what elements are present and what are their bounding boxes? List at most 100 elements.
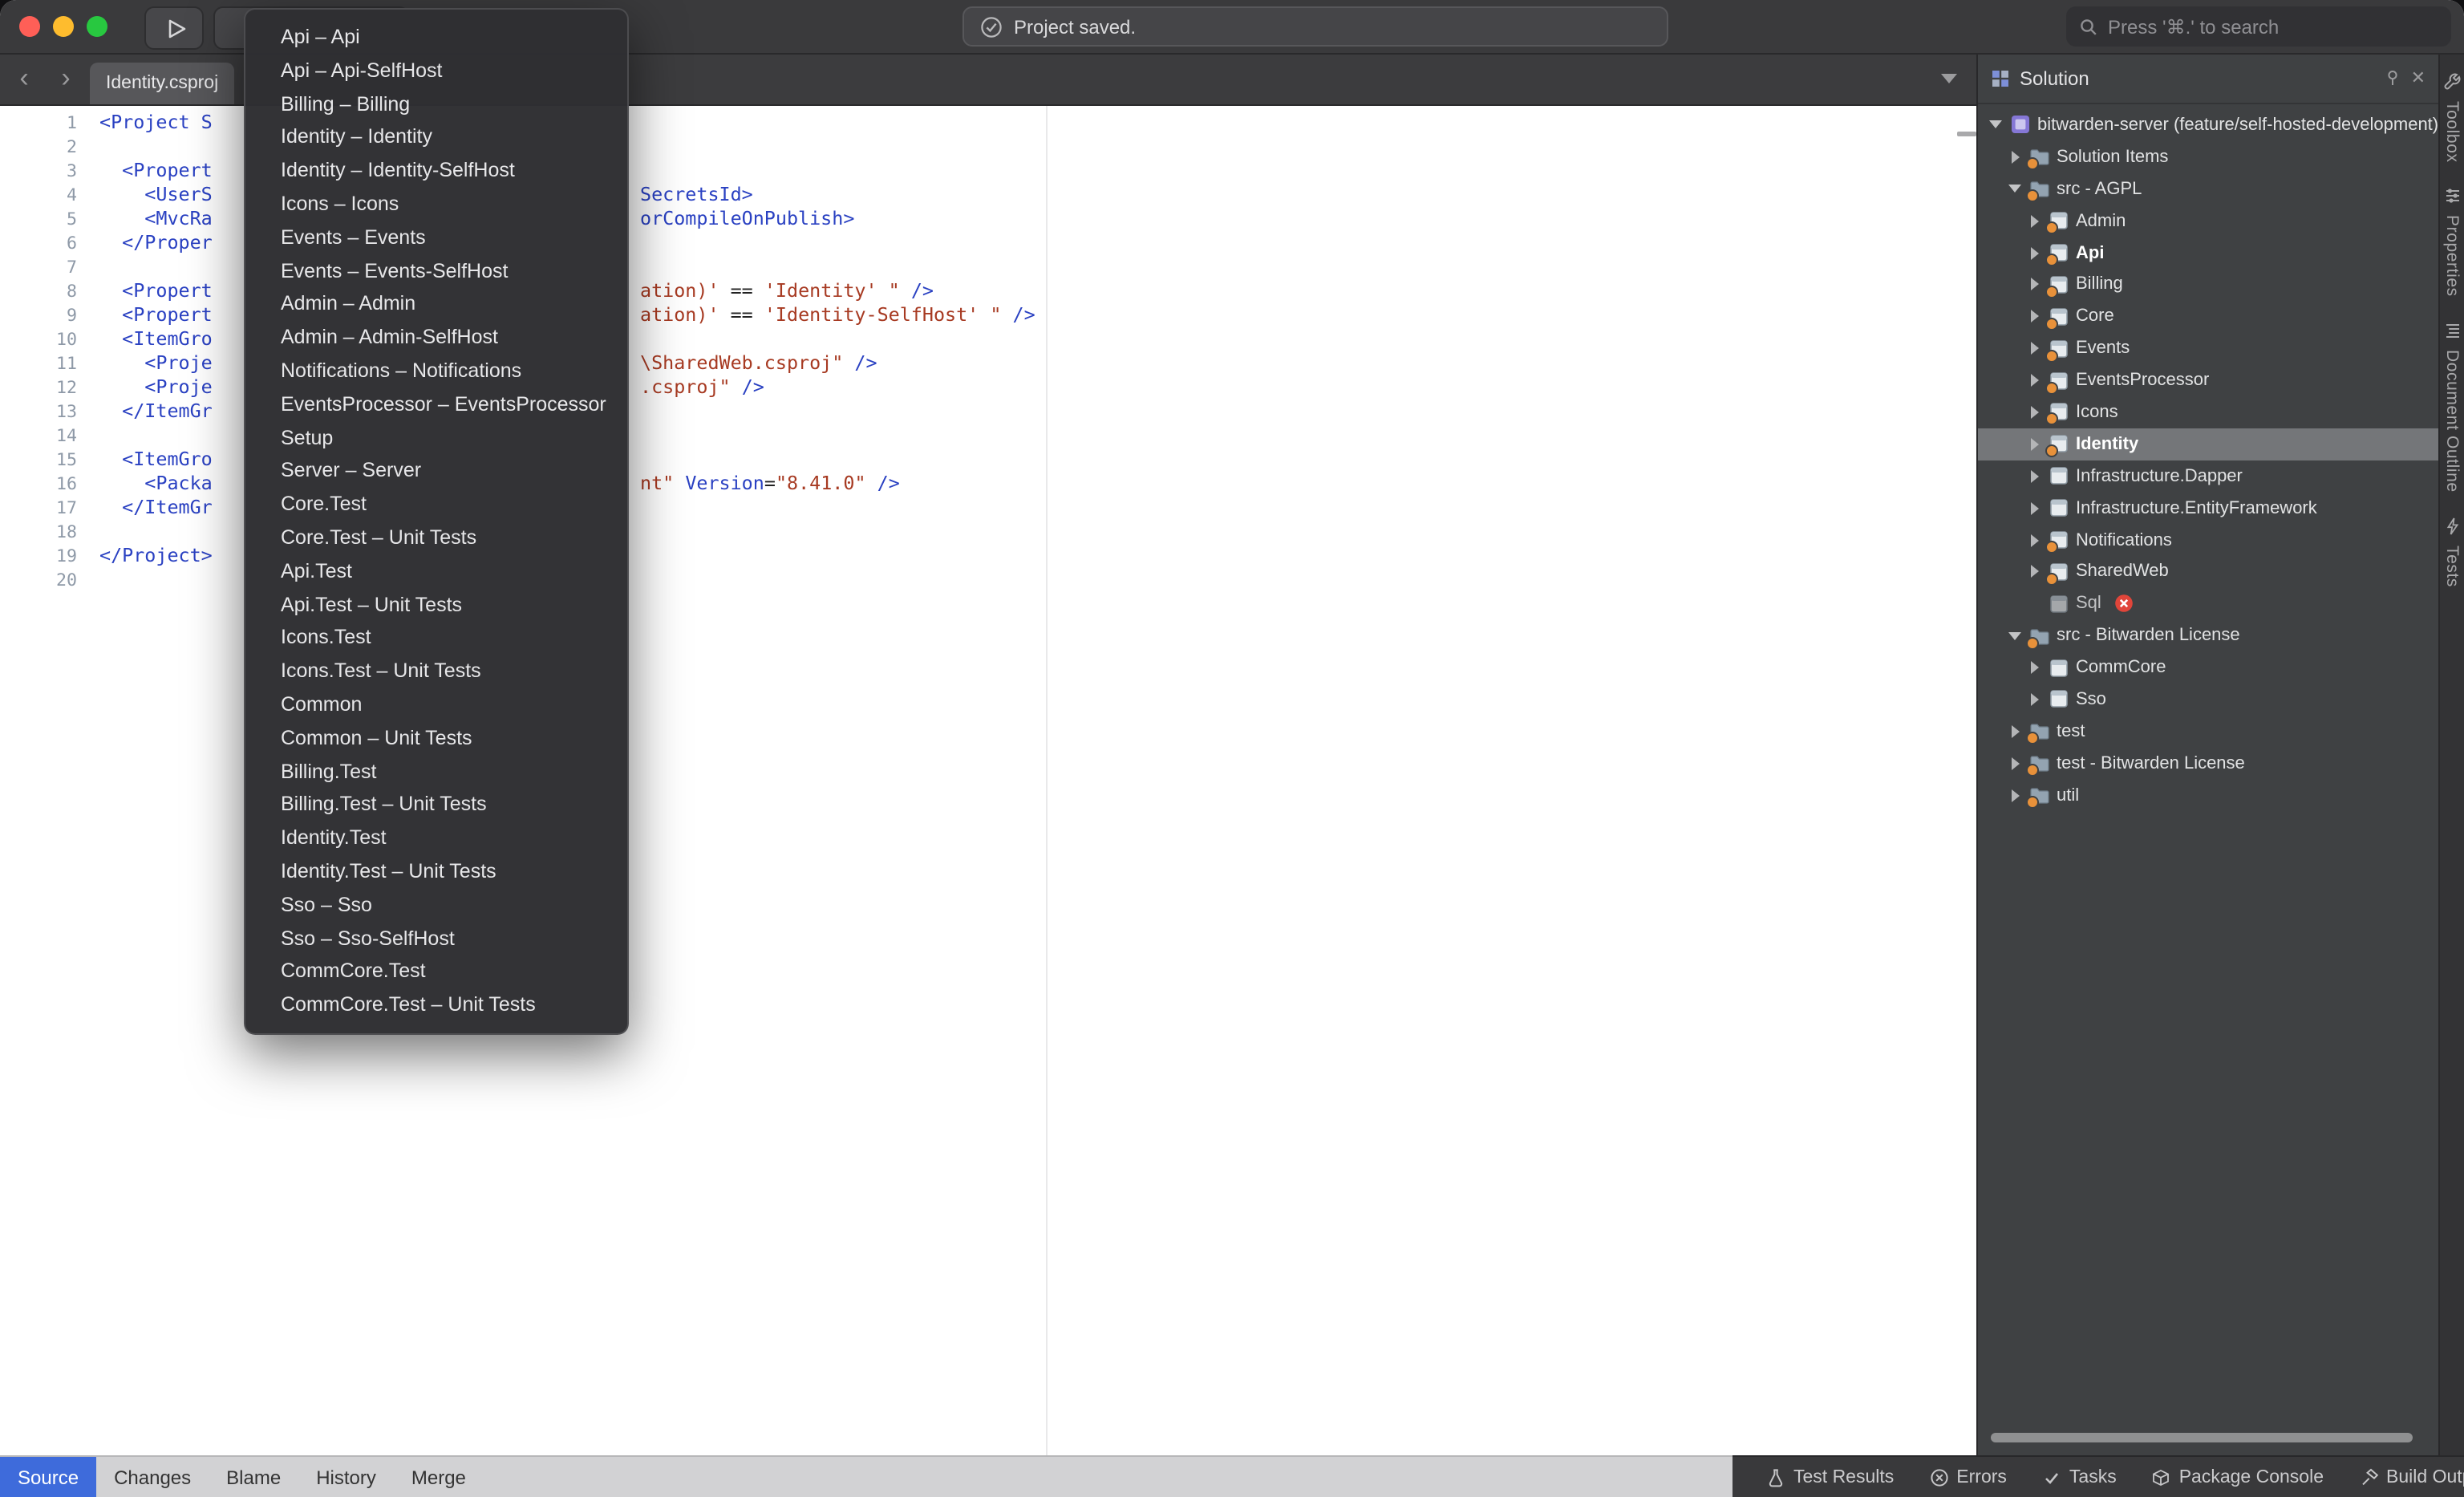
solution-tree-item-util[interactable]: util (1978, 779, 2438, 811)
chevron-right-icon[interactable] (2007, 789, 2023, 801)
horizontal-scrollbar[interactable] (1991, 1433, 2413, 1442)
solution-tree-item-infrastructure-dapper[interactable]: Infrastructure.Dapper (1978, 460, 2438, 493)
solution-tree-item-solution-items[interactable]: Solution Items (1978, 141, 2438, 173)
statusbar-package-console[interactable]: Package Console (2134, 1467, 2341, 1487)
run-config-menu-item[interactable]: CommCore.Test – Unit Tests (245, 988, 627, 1022)
tab-identity-csproj[interactable]: Identity.csproj (90, 63, 234, 104)
pad-strip-properties[interactable]: Properties (2442, 187, 2462, 298)
run-config-menu-item[interactable]: Events – Events (245, 221, 627, 255)
view-tab-changes[interactable]: Changes (96, 1457, 209, 1497)
line-number: 8 (0, 279, 77, 303)
view-tab-history[interactable]: History (298, 1457, 394, 1497)
solution-tree-item-src-bitwarden-license[interactable]: src - Bitwarden License (1978, 620, 2438, 652)
chevron-right-icon[interactable] (2026, 342, 2042, 355)
chevron-right-icon[interactable] (2026, 533, 2042, 546)
run-config-menu-item[interactable]: Billing.Test (245, 755, 627, 789)
solution-tree-item-sql[interactable]: Sql (1978, 588, 2438, 620)
run-config-menu-item[interactable]: Admin – Admin (245, 288, 627, 322)
solution-tree-item-test[interactable]: test (1978, 716, 2438, 748)
window-close-button[interactable] (19, 16, 40, 37)
chevron-down-icon[interactable] (1988, 121, 2004, 129)
global-search-input[interactable]: Press '⌘.' to search (2066, 6, 2451, 47)
run-config-menu-item[interactable]: Api – Api-SelfHost (245, 55, 627, 88)
solution-tree-item-api[interactable]: Api (1978, 237, 2438, 269)
view-tab-source[interactable]: Source (0, 1457, 96, 1497)
pin-icon[interactable] (2384, 69, 2401, 87)
chevron-right-icon[interactable] (2007, 725, 2023, 738)
solution-tree-item-src-agpl[interactable]: src - AGPL (1978, 173, 2438, 205)
run-config-menu-item[interactable]: Billing.Test – Unit Tests (245, 789, 627, 822)
pad-strip-document-outline[interactable]: Document Outline (2442, 321, 2462, 493)
run-config-menu-item[interactable]: Identity.Test – Unit Tests (245, 855, 627, 889)
run-config-menu-item[interactable]: Billing – Billing (245, 87, 627, 121)
run-config-menu-item[interactable]: Icons.Test – Unit Tests (245, 655, 627, 688)
statusbar-test-results[interactable]: Test Results (1749, 1467, 1911, 1487)
run-config-menu-item[interactable]: Api.Test (245, 555, 627, 589)
solution-tree-item-bitwarden-server-feature-self-hosted-development[interactable]: bitwarden-server (feature/self-hosted-de… (1978, 109, 2438, 141)
run-config-menu-item[interactable]: Icons.Test (245, 622, 627, 655)
chevron-right-icon[interactable] (2026, 310, 2042, 323)
chevron-right-icon[interactable] (2026, 661, 2042, 674)
chevron-right-icon[interactable] (2026, 438, 2042, 451)
solution-tree-item-identity[interactable]: Identity (1978, 428, 2438, 460)
statusbar-tasks[interactable]: Tasks (2024, 1467, 2134, 1487)
run-config-menu-item[interactable]: Api – Api (245, 21, 627, 55)
run-config-menu-item[interactable]: Icons – Icons (245, 188, 627, 221)
chevron-right-icon[interactable] (2026, 693, 2042, 706)
run-config-menu-item[interactable]: Server – Server (245, 455, 627, 489)
solution-tree-item-icons[interactable]: Icons (1978, 396, 2438, 428)
run-config-menu-item[interactable]: Sso – Sso-SelfHost (245, 922, 627, 955)
run-config-menu-item[interactable]: Notifications – Notifications (245, 355, 627, 388)
chevron-right-icon[interactable] (2007, 757, 2023, 770)
run-config-menu-item[interactable]: Setup (245, 421, 627, 455)
pad-strip-tests[interactable]: Tests (2442, 517, 2462, 587)
run-button[interactable] (144, 6, 204, 50)
chevron-right-icon[interactable] (2026, 374, 2042, 387)
statusbar-errors[interactable]: Errors (1911, 1467, 2024, 1487)
chevron-down-icon[interactable] (2007, 631, 2023, 639)
run-config-menu-item[interactable]: Sso – Sso (245, 888, 627, 922)
chevron-right-icon[interactable] (2026, 406, 2042, 419)
solution-tree-item-commcore[interactable]: CommCore (1978, 651, 2438, 684)
run-config-menu-item[interactable]: Core.Test – Unit Tests (245, 521, 627, 555)
chevron-right-icon[interactable] (2026, 501, 2042, 514)
chevron-right-icon[interactable] (2007, 151, 2023, 164)
solution-tree-item-billing[interactable]: Billing (1978, 269, 2438, 301)
run-config-menu-item[interactable]: Admin – Admin-SelfHost (245, 321, 627, 355)
chevron-right-icon[interactable] (2026, 246, 2042, 259)
solution-tree-item-core[interactable]: Core (1978, 301, 2438, 333)
window-minimize-button[interactable] (53, 16, 74, 37)
chevron-right-icon[interactable] (2026, 566, 2042, 578)
solution-tree-item-sso[interactable]: Sso (1978, 684, 2438, 716)
pad-strip-toolbox[interactable]: Toolbox (2442, 72, 2462, 163)
solution-tree-item-eventsprocessor[interactable]: EventsProcessor (1978, 364, 2438, 396)
solution-tree-item-test-bitwarden-license[interactable]: test - Bitwarden License (1978, 748, 2438, 780)
statusbar-build-output[interactable]: Build Output (2341, 1467, 2464, 1487)
run-config-menu-item[interactable]: Identity – Identity-SelfHost (245, 154, 627, 188)
run-config-menu-item[interactable]: Common (245, 688, 627, 722)
chevron-right-icon[interactable] (2026, 278, 2042, 291)
close-icon[interactable]: ✕ (2411, 67, 2426, 88)
view-tab-merge[interactable]: Merge (394, 1457, 484, 1497)
chevron-right-icon[interactable] (2026, 214, 2042, 227)
chevron-right-icon[interactable] (2026, 469, 2042, 482)
run-config-menu-item[interactable]: Events – Events-SelfHost (245, 254, 627, 288)
nav-forward-icon[interactable]: › (51, 61, 80, 96)
run-config-menu-item[interactable]: Identity.Test (245, 822, 627, 855)
solution-tree-item-admin[interactable]: Admin (1978, 205, 2438, 237)
solution-tree-item-sharedweb[interactable]: SharedWeb (1978, 556, 2438, 588)
nav-back-icon[interactable]: ‹ (10, 61, 38, 96)
view-tab-blame[interactable]: Blame (209, 1457, 298, 1497)
solution-tree-item-notifications[interactable]: Notifications (1978, 524, 2438, 556)
window-zoom-button[interactable] (87, 16, 107, 37)
run-config-menu-item[interactable]: Identity – Identity (245, 121, 627, 155)
run-config-menu-item[interactable]: Common – Unit Tests (245, 721, 627, 755)
solution-tree-item-events[interactable]: Events (1978, 332, 2438, 364)
run-config-menu-item[interactable]: EventsProcessor – EventsProcessor (245, 388, 627, 422)
chevron-down-icon[interactable] (2007, 185, 2023, 193)
tab-list-chevron-down-icon[interactable] (1941, 74, 1957, 83)
run-config-menu-item[interactable]: Core.Test (245, 488, 627, 521)
run-config-menu-item[interactable]: Api.Test – Unit Tests (245, 588, 627, 622)
solution-tree-item-infrastructure-entityframework[interactable]: Infrastructure.EntityFramework (1978, 492, 2438, 524)
run-config-menu-item[interactable]: CommCore.Test (245, 955, 627, 989)
